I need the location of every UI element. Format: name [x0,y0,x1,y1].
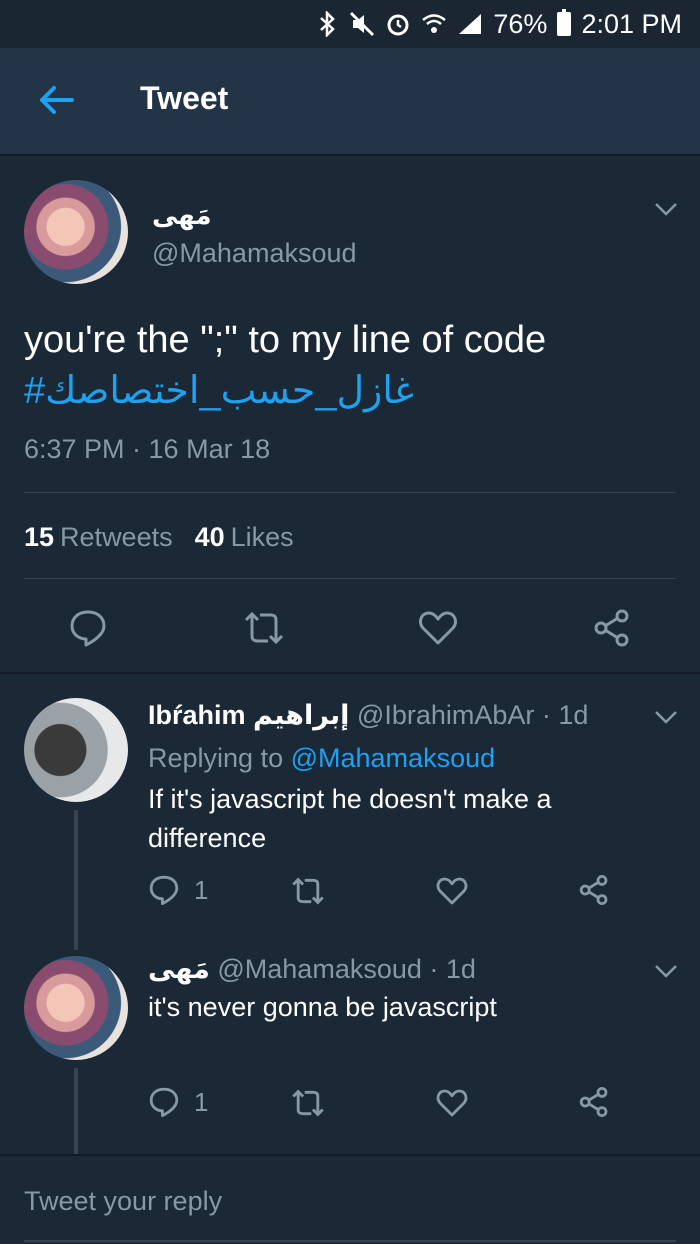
replying-handle-link[interactable]: @Mahamaksoud [291,743,496,773]
retweets-stat[interactable]: 15 Retweets [24,522,173,553]
reply-icon [149,875,179,905]
reply-button[interactable]: 1 [148,1086,208,1118]
avatar[interactable] [24,180,128,284]
wifi-icon [421,12,447,36]
page-title: Tweet [140,80,229,116]
likes-label: Likes [230,522,294,552]
retweet-icon [244,611,284,645]
share-icon [579,1087,608,1117]
like-button[interactable] [418,610,458,646]
share-button[interactable] [592,608,632,648]
retweets-label: Retweets [60,522,173,552]
reply-handle-time[interactable]: @Mahamaksoud · 1d [217,954,476,984]
author-name[interactable]: مَهى [152,200,212,231]
mute-icon [349,11,375,37]
battery-icon [557,9,572,36]
thread-line [74,810,78,950]
heart-icon [419,611,457,645]
reply-author-name[interactable]: مَهى [148,954,210,984]
share-icon [594,609,629,647]
retweet-button[interactable] [290,876,326,906]
section-divider [0,672,700,674]
main-tweet: مَهى @Mahamaksoud you're the ";" to my l… [0,158,700,674]
chevron-down-icon[interactable] [654,202,678,216]
hashtag-link[interactable]: #غازل_حسب_اختصاصك [24,368,414,413]
retweet-icon [292,877,324,905]
reply-text: If it's javascript he doesn't make a dif… [148,784,552,853]
share-button[interactable] [578,1086,610,1118]
replying-to: Replying to @Mahamaksoud [148,743,495,774]
avatar[interactable] [24,956,128,1060]
divider [24,492,676,493]
heart-icon [436,877,468,905]
reply-input[interactable]: Tweet your reply [24,1186,222,1217]
tweet-stats: 15 Retweets 40 Likes [24,522,294,553]
retweet-button[interactable] [290,1088,326,1118]
likes-stat[interactable]: 40 Likes [195,522,294,553]
chevron-down-icon[interactable] [654,964,678,978]
like-button[interactable] [436,876,468,906]
reply-author-name[interactable]: Ibŕahim إبراهيم [148,700,349,730]
app-header: Tweet [0,48,700,156]
author-handle[interactable]: @Mahamaksoud [152,238,357,269]
alarm-icon [385,11,411,37]
bluetooth-icon [317,11,339,37]
chevron-down-icon[interactable] [654,710,678,724]
tweet-text: you're the ";" to my line of code [24,319,547,361]
share-button[interactable] [578,874,610,906]
battery-percent: 76% [493,8,548,39]
reply-icon [70,610,106,647]
reply-handle-time[interactable]: @IbrahimAbAr · 1d [357,700,589,730]
signal-icon [457,12,483,36]
reply-text: it's never gonna be javascript [148,992,497,1022]
avatar[interactable] [24,698,128,802]
like-button[interactable] [436,1088,468,1118]
reply-count: 1 [194,874,209,905]
share-icon [579,875,608,905]
retweet-icon [292,1089,324,1117]
reply-button[interactable] [68,608,108,648]
reply-composer: Tweet your reply [0,1154,700,1244]
back-arrow-icon[interactable] [36,84,76,116]
likes-count: 40 [194,522,225,552]
retweets-count: 15 [24,522,55,552]
reply-header: مَهى @Mahamaksoud · 1d [148,954,476,985]
reply-count: 1 [194,1086,209,1117]
divider [24,578,676,579]
retweet-button[interactable] [242,610,286,646]
status-bar: 76% 2:01 PM [0,0,700,48]
input-underline [24,1240,676,1242]
thread-line [74,1068,78,1154]
status-time: 2:01 PM [581,8,682,39]
tweet-timestamp: 6:37 PM · 16 Mar 18 [24,434,271,464]
reply-header: Ibŕahim إبراهيم @IbrahimAbAr · 1d [148,700,588,731]
replying-prefix: Replying to [148,743,284,773]
heart-icon [436,1089,468,1117]
reply-icon [149,1087,179,1117]
reply-button[interactable]: 1 [148,874,208,906]
